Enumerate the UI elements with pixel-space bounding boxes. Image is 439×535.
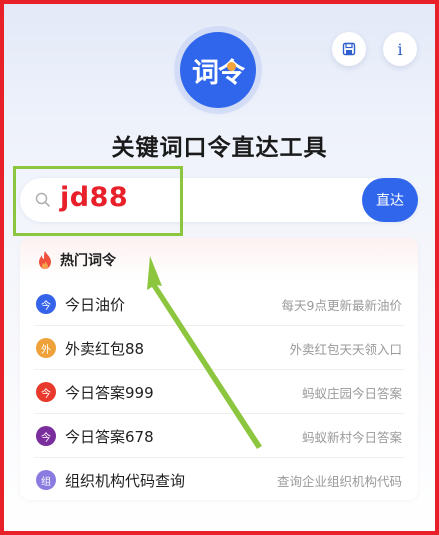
item-badge-icon: 今 xyxy=(36,382,56,402)
highlight-box xyxy=(13,166,183,236)
hot-command-item[interactable]: 今 今日答案678 蚂蚁新村今日答案 xyxy=(20,414,418,458)
hot-commands-card: 热门词令 今 今日油价 每天9点更新最新油价 外 外卖红包88 外卖红包天天领入… xyxy=(20,238,418,500)
item-description: 查询企业组织机构代码 xyxy=(276,473,402,489)
item-description: 蚂蚁新村今日答案 xyxy=(301,429,402,445)
item-label: 今日答案999 xyxy=(65,383,154,402)
go-button-label: 直达 xyxy=(376,193,404,209)
item-description: 外卖红包天天领入口 xyxy=(289,341,402,357)
item-label: 今日油价 xyxy=(65,295,126,314)
item-description: 每天9点更新最新油价 xyxy=(281,297,402,313)
go-button[interactable]: 直达 xyxy=(362,178,418,222)
logo-dot xyxy=(227,62,236,71)
hot-commands-title: 热门词令 xyxy=(60,253,116,269)
item-description: 蚂蚁庄园今日答案 xyxy=(301,385,402,401)
info-icon: i xyxy=(397,39,403,59)
save-icon xyxy=(342,42,356,56)
fire-icon xyxy=(39,251,51,269)
item-badge-icon: 外 xyxy=(36,338,56,358)
hot-command-item[interactable]: 组 组织机构代码查询 查询企业组织机构代码 xyxy=(20,458,418,502)
item-label: 今日答案678 xyxy=(65,427,154,446)
hot-commands-header: 热门词令 xyxy=(20,238,418,282)
logo-text: 词令 xyxy=(192,57,245,89)
item-label: 组织机构代码查询 xyxy=(65,471,186,490)
page-title: 关键词口令直达工具 xyxy=(111,135,328,161)
item-badge-icon: 组 xyxy=(36,470,56,490)
item-badge-icon: 今 xyxy=(36,294,56,314)
info-button[interactable]: i xyxy=(383,32,417,66)
save-button[interactable] xyxy=(332,32,366,66)
app-logo: 词令 xyxy=(180,32,256,108)
item-label: 外卖红包88 xyxy=(65,339,145,358)
hot-command-item[interactable]: 今 今日答案999 蚂蚁庄园今日答案 xyxy=(20,370,418,414)
hot-command-item[interactable]: 外 外卖红包88 外卖红包天天领入口 xyxy=(20,326,418,370)
item-badge-icon: 今 xyxy=(36,426,56,446)
hot-command-item[interactable]: 今 今日油价 每天9点更新最新油价 xyxy=(20,282,418,326)
